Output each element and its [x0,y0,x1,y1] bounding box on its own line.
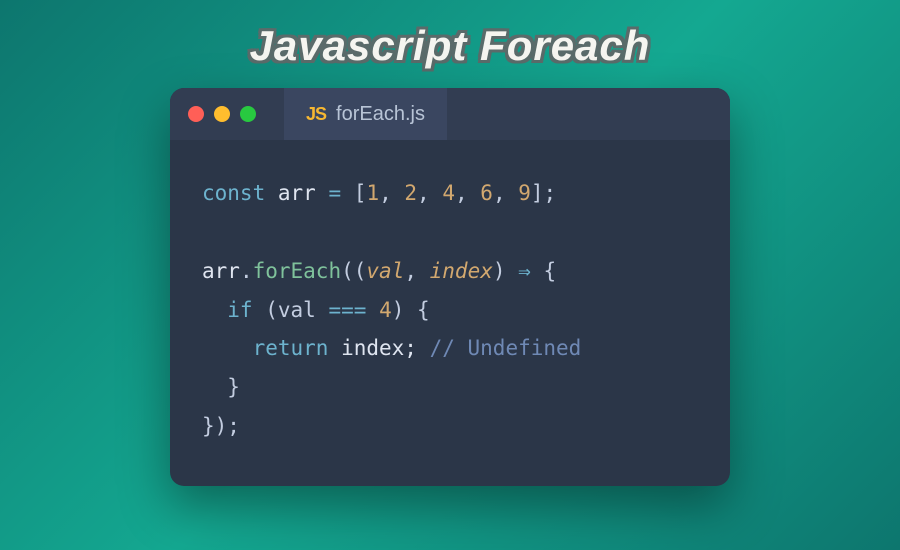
bracket-close: ]; [531,181,556,205]
function-foreach: forEach [253,259,342,283]
code-line-4: if (val === 4) { [202,291,698,330]
paren-open: (( [341,259,366,283]
arrow-operator: ⇒ [518,259,531,283]
code-blank-line [202,213,698,252]
condition-open: (val [265,298,316,322]
brace-open: { [543,259,556,283]
keyword-const: const [202,181,265,205]
paren-close: ) [493,259,506,283]
window-titlebar: JS forEach.js [170,88,730,140]
bracket-open: [ [354,181,367,205]
variable-arr: arr [278,181,316,205]
variable-index: index; [341,336,417,360]
number-literal: 6 [480,181,493,205]
comma: , [493,181,518,205]
number-literal: 1 [366,181,379,205]
code-editor-window: JS forEach.js const arr = [1, 2, 4, 6, 9… [170,88,730,486]
tab-filename: forEach.js [336,103,425,126]
code-line-6: } [202,368,698,407]
code-line-5: return index; // Undefined [202,329,698,368]
file-tab[interactable]: JS forEach.js [284,88,447,140]
variable-arr: arr [202,259,240,283]
minimize-icon[interactable] [214,106,230,122]
code-line-7: }); [202,407,698,446]
operator-strict-equals: === [328,298,366,322]
number-literal: 4 [442,181,455,205]
dot: . [240,259,253,283]
page-title: Javascript Foreach [250,22,651,70]
code-editor-content[interactable]: const arr = [1, 2, 4, 6, 9]; arr.forEach… [170,140,730,486]
maximize-icon[interactable] [240,106,256,122]
number-literal: 2 [404,181,417,205]
keyword-return: return [253,336,329,360]
condition-close: ) { [392,298,430,322]
number-literal: 9 [518,181,531,205]
keyword-if: if [227,298,252,322]
brace-close: } [227,375,240,399]
comment: // Undefined [430,336,582,360]
javascript-icon: JS [306,104,326,125]
closing-tokens: }); [202,414,240,438]
argument-val: val [366,259,404,283]
comma: , [379,181,404,205]
argument-index: index [430,259,493,283]
traffic-lights [188,106,256,122]
close-icon[interactable] [188,106,204,122]
operator-equals: = [328,181,341,205]
comma: , [455,181,480,205]
comma: , [417,181,442,205]
number-literal: 4 [379,298,392,322]
code-line-3: arr.forEach((val, index) ⇒ { [202,252,698,291]
comma: , [404,259,429,283]
code-line-1: const arr = [1, 2, 4, 6, 9]; [202,174,698,213]
